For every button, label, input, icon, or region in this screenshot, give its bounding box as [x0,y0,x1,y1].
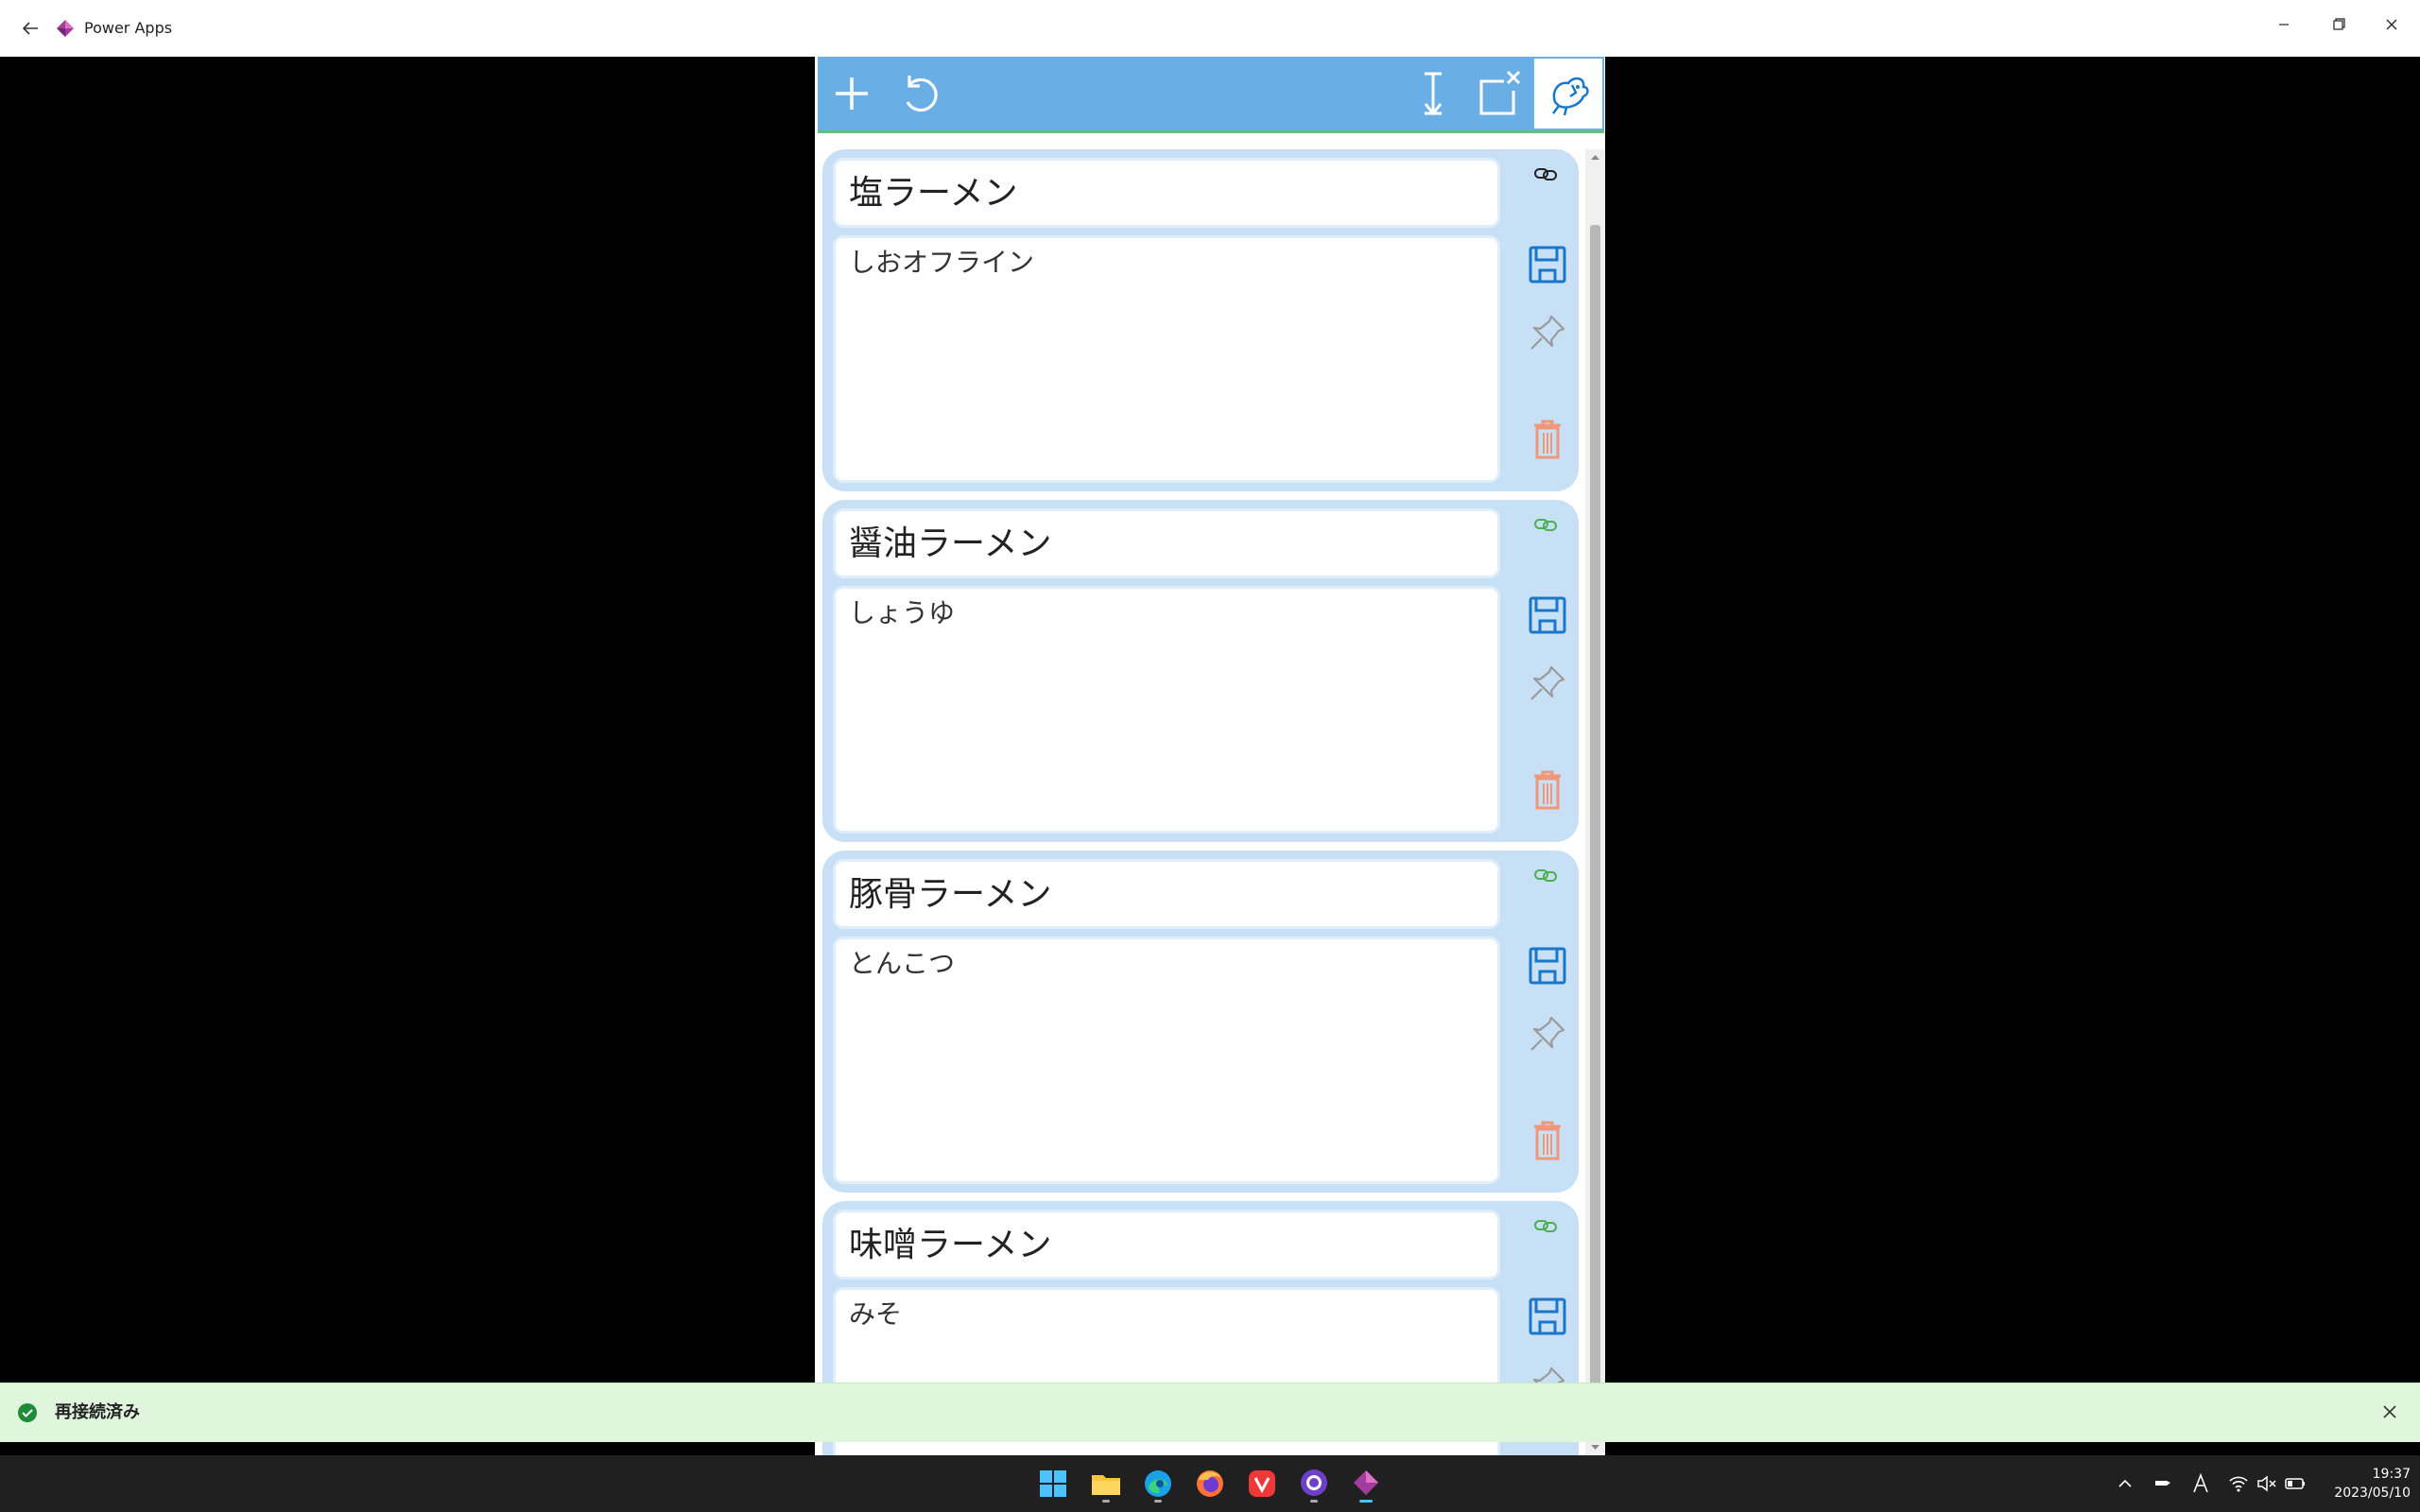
close-window-icon[interactable] [1470,66,1525,121]
vivaldi-icon[interactable] [1243,1465,1281,1503]
scroll-down-arrow-icon[interactable] [1590,1444,1600,1452]
note-card[interactable]: 塩ラーメン しおオフライン [822,149,1579,491]
delete-icon[interactable] [1529,768,1566,812]
edge-icon[interactable] [1139,1465,1177,1503]
minimize-icon[interactable] [2263,8,2305,42]
pen-icon[interactable] [2152,1472,2174,1495]
expand-vertical-icon[interactable] [1406,66,1461,121]
scroll-thumb[interactable] [1590,225,1600,1406]
note-card[interactable]: 豚骨ラーメン とんこつ [822,850,1579,1193]
notes-gallery[interactable]: 塩ラーメン しおオフライン 醤油ラーメン しょうゆ 豚骨ラーメン とんこつ 味噌… [818,149,1585,1455]
close-notification-icon[interactable] [2377,1399,2403,1425]
restore-icon[interactable] [2318,8,2360,42]
note-title-input[interactable]: 塩ラーメン [836,161,1497,225]
delete-icon[interactable] [1529,1119,1566,1162]
windows-start-icon[interactable] [1034,1465,1072,1503]
notification-message: 再接続済み [55,1402,140,1422]
add-icon[interactable] [824,66,879,121]
power-apps-logo-icon [57,20,74,37]
save-icon[interactable] [1527,945,1568,987]
toolbar-separator [818,130,1604,133]
save-icon[interactable] [1527,1296,1568,1337]
note-title-input[interactable]: 味噌ラーメン [836,1212,1497,1277]
input-method-icon[interactable] [2189,1472,2212,1495]
pin-icon[interactable] [1527,312,1568,353]
success-check-icon [18,1403,37,1422]
wifi-icon[interactable] [2227,1472,2250,1495]
firefox-icon[interactable] [1191,1465,1229,1503]
power-apps-bird-icon[interactable] [1534,59,1602,129]
window-title: Power Apps [84,19,173,37]
link-icon[interactable] [1531,163,1560,185]
taskbar: 19:37 2023/05/10 [0,1455,2420,1512]
pin-icon[interactable] [1527,1013,1568,1055]
battery-icon[interactable] [2284,1472,2307,1495]
note-title-input[interactable]: 醤油ラーメン [836,511,1497,576]
clock-time: 19:37 [2372,1467,2411,1482]
note-body-input[interactable]: しょうゆ [836,589,1497,831]
note-title-input[interactable]: 豚骨ラーメン [836,862,1497,926]
delete-icon[interactable] [1529,418,1566,461]
note-body-input[interactable]: しおオフライン [836,238,1497,480]
app-canvas: 塩ラーメン しおオフライン 醤油ラーメン しょうゆ 豚骨ラーメン とんこつ 味噌… [815,57,1605,1455]
reconnected-notification: 再接続済み [0,1383,2420,1442]
app-toolbar [818,57,1604,130]
link-icon[interactable] [1531,864,1560,886]
close-icon[interactable] [2371,8,2412,42]
save-icon[interactable] [1527,244,1568,285]
note-body-input[interactable]: とんこつ [836,939,1497,1181]
gallery-scrollbar[interactable] [1585,149,1605,1455]
power-apps-icon[interactable] [1347,1465,1385,1503]
github-desktop-icon[interactable] [1295,1465,1333,1503]
scroll-up-arrow-icon[interactable] [1590,153,1600,161]
clock-date: 2023/05/10 [2334,1486,2411,1501]
volume-muted-icon[interactable] [2256,1472,2278,1495]
link-icon[interactable] [1531,513,1560,536]
file-explorer-icon[interactable] [1087,1465,1125,1503]
link-icon[interactable] [1531,1214,1560,1237]
pin-icon[interactable] [1527,662,1568,704]
window-titlebar: Power Apps [0,0,2420,57]
save-icon[interactable] [1527,594,1568,636]
system-clock[interactable]: 19:37 2023/05/10 [2307,1465,2411,1503]
back-arrow-icon[interactable] [17,15,43,42]
chevron-up-icon[interactable] [2114,1472,2136,1495]
note-card[interactable]: 醤油ラーメン しょうゆ [822,500,1579,842]
undo-icon[interactable] [891,66,946,121]
